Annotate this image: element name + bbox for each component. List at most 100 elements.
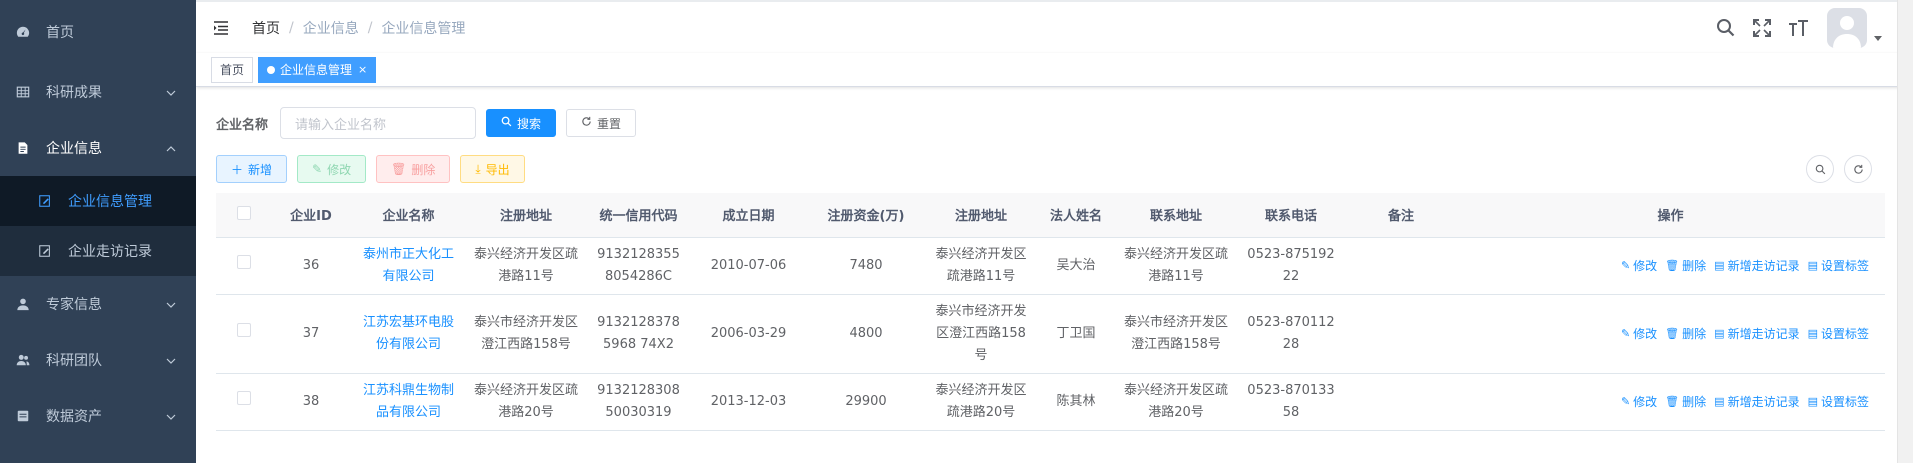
header-cell: 统一信用代码 [586,193,691,238]
cell-remark [1346,373,1456,431]
export-button[interactable]: ⤓ 导出 [460,155,525,183]
sidebar-item-enterprise[interactable]: 企业信息 [0,120,196,176]
font-size-icon[interactable] [1787,17,1809,39]
chevron-down-icon [166,298,176,308]
cell-operations: ✎ 修改 🗑︎ 删除 ▤ 新增走访记录 ▤ 设置标签 [1456,294,1885,374]
caret-down-icon[interactable] [1873,32,1883,42]
sidebar-item-label: 数据资产 [46,409,102,425]
peoples-icon [14,351,32,369]
row-select[interactable] [216,294,271,374]
header-select[interactable] [216,193,271,238]
chevron-down-icon [166,86,176,96]
sidebar-item-label: 首页 [46,25,74,41]
cell-phone: 0523-87011228 [1236,294,1346,374]
breadcrumb-separator: / [289,19,294,36]
refresh-button[interactable] [1844,155,1872,183]
header-cell: 企业ID [271,193,351,238]
hamburger-icon[interactable] [212,19,230,37]
checkbox[interactable] [236,254,251,269]
cell-legal: 吴大治 [1036,237,1116,295]
cell-date: 2010-07-06 [691,237,806,295]
delete-button[interactable]: 🗑︎ 删除 [376,155,451,183]
cell-id: 38 [271,373,351,431]
checkbox[interactable] [236,390,251,405]
edit-icon: ✎ [1620,326,1631,340]
row-set-tag-link[interactable]: ▤ 设置标签 [1808,391,1869,413]
sidebar-item-team[interactable]: 科研团队 [0,332,196,388]
sidebar-item-label: 专家信息 [46,297,102,313]
edit-button-label: 修改 [327,162,352,177]
row-edit-link[interactable]: ✎ 修改 [1621,391,1657,413]
cell-capital: 4800 [806,294,926,374]
table-row[interactable]: 36 泰州市正大化工有限公司 泰兴经济开发区疏港路11号 91321283558054… [216,237,1885,295]
op-label: 新增走访记录 [1727,394,1800,409]
search-icon[interactable] [1715,17,1737,39]
row-add-visit-link[interactable]: ▤ 新增走访记录 [1714,255,1799,277]
cell-reg-addr: 泰兴市经济开发区澄江西路158号 [466,294,586,374]
row-edit-link[interactable]: ✎ 修改 [1621,255,1657,277]
reset-button[interactable]: 重置 [566,109,637,137]
row-set-tag-link[interactable]: ▤ 设置标签 [1808,255,1869,277]
row-add-visit-link[interactable]: ▤ 新增走访记录 [1714,323,1799,345]
fullscreen-icon[interactable] [1751,17,1773,39]
chevron-down-icon [166,354,176,364]
cell-contact-addr: 泰兴市经济开发区澄江西路158号 [1116,294,1236,374]
server-icon [14,407,32,425]
trash-icon: 🗑︎ [391,162,407,176]
sidebar-item-enterprise-visit[interactable]: 企业走访记录 [0,226,196,276]
close-icon[interactable]: × [358,58,367,82]
row-edit-link[interactable]: ✎ 修改 [1621,323,1657,345]
checkbox[interactable] [236,322,251,337]
checkbox[interactable] [236,205,251,220]
row-add-visit-link[interactable]: ▤ 新增走访记录 [1714,391,1799,413]
op-label: 删除 [1682,258,1707,273]
edit-icon [36,192,54,210]
row-set-tag-link[interactable]: ▤ 设置标签 [1808,323,1869,345]
tag-home[interactable]: 首页 [211,56,254,83]
document-icon: ▤ [1714,258,1725,272]
row-select[interactable] [216,237,271,295]
sidebar-item-research[interactable]: 科研成果 [0,64,196,120]
cell-name[interactable]: 江苏宏基环电股份有限公司 [351,294,466,374]
cell-name[interactable]: 泰州市正大化工有限公司 [351,237,466,295]
cell-name[interactable]: 江苏科鼎生物制品有限公司 [351,373,466,431]
search-button[interactable]: 搜索 [486,109,557,137]
dashboard-icon [14,23,32,41]
breadcrumb-home[interactable]: 首页 [252,18,280,38]
cell-operations: ✎ 修改 🗑︎ 删除 ▤ 新增走访记录 ▤ 设置标签 [1456,237,1885,295]
sidebar-item-home[interactable]: 首页 [0,0,196,64]
add-button[interactable]: ＋ 新增 [216,155,288,183]
edit-icon: ✎ [1620,394,1631,408]
row-delete-link[interactable]: 🗑︎ 删除 [1665,323,1706,345]
sidebar-item-enterprise-manage[interactable]: 企业信息管理 [0,176,196,226]
scrollbar[interactable] [1897,0,1913,463]
search-toggle-button[interactable] [1806,155,1834,183]
row-select[interactable] [216,373,271,431]
op-label: 新增走访记录 [1727,326,1800,341]
sidebar-item-expert[interactable]: 专家信息 [0,276,196,332]
avatar[interactable] [1827,8,1867,48]
breadcrumb: 首页 / 企业信息 / 企业信息管理 [252,18,465,38]
header-cell: 注册地址 [466,193,586,238]
cell-reg-addr: 泰兴经济开发区疏港路11号 [466,237,586,295]
sidebar-item-data-assets[interactable]: 数据资产 [0,388,196,444]
cell-contact-addr: 泰兴经济开发区疏港路20号 [1116,373,1236,431]
content: 企业名称 请输入企业名称 搜索 重置 ＋ 新增 ✎ 修改 🗑︎ 删除 ⤓ 导出 … [196,87,1913,463]
edit-button[interactable]: ✎ 修改 [297,155,367,183]
table-row[interactable]: 38 江苏科鼎生物制品有限公司 泰兴经济开发区疏港路20号 9132128308500… [216,373,1885,431]
enterprise-name-input[interactable]: 请输入企业名称 [280,107,477,139]
table-header-row: 企业ID 企业名称 注册地址 统一信用代码 成立日期 注册资金(万) 注册地址 … [216,193,1885,238]
edit-icon [36,242,54,260]
cell-remark [1346,237,1456,295]
trash-icon: 🗑︎ [1665,394,1680,408]
table-row[interactable]: 37 江苏宏基环电股份有限公司 泰兴市经济开发区澄江西路158号 9132128378… [216,294,1885,374]
search-icon [1815,164,1825,174]
header-cell: 注册资金(万) [806,193,926,238]
row-delete-link[interactable]: 🗑︎ 删除 [1665,391,1706,413]
delete-button-label: 删除 [411,162,436,177]
row-delete-link[interactable]: 🗑︎ 删除 [1665,255,1706,277]
tag-enterprise-manage[interactable]: 企业信息管理 × [258,56,377,83]
op-label: 设置标签 [1820,326,1869,341]
enterprise-table: 企业ID 企业名称 注册地址 统一信用代码 成立日期 注册资金(万) 注册地址 … [216,193,1885,431]
add-button-label: 新增 [248,162,273,177]
